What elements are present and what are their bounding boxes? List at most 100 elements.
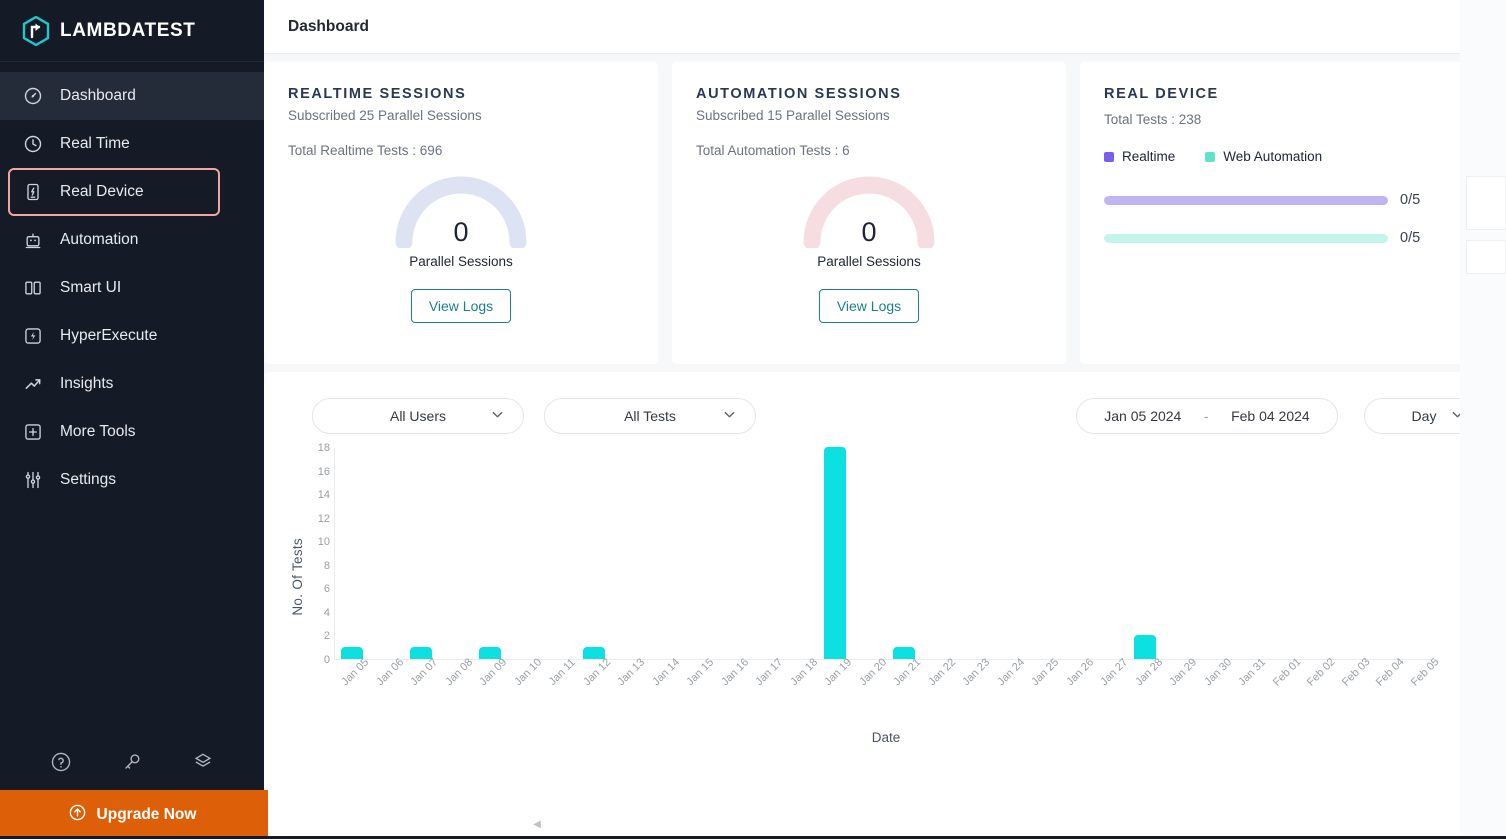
sidebar-item-real-device[interactable]: Real Device xyxy=(8,168,220,216)
chart-y-tick: 2 xyxy=(308,630,330,642)
chart-x-tick: Jan 10 xyxy=(512,656,544,688)
trend-up-icon xyxy=(22,373,44,395)
sidebar-item-dashboard[interactable]: Dashboard xyxy=(0,72,264,120)
chart-x-tick: Jan 16 xyxy=(719,656,751,688)
chart-bar-cell[interactable] xyxy=(852,448,886,659)
chart-y-tick: 10 xyxy=(308,536,330,548)
automation-view-logs-button[interactable]: View Logs xyxy=(819,289,919,323)
chart-bar-cell[interactable] xyxy=(1300,448,1334,659)
chart-bar-cell[interactable] xyxy=(990,448,1024,659)
chart-bar-cell[interactable] xyxy=(1335,448,1369,659)
all-tests-dropdown[interactable]: All Tests xyxy=(544,398,756,434)
chart-bar[interactable] xyxy=(583,647,605,659)
sidebar-item-smart-ui[interactable]: Smart UI xyxy=(0,264,264,312)
chart-bar-cell[interactable] xyxy=(783,448,817,659)
sidebar-collapse-handle[interactable]: ◀ xyxy=(530,815,544,833)
chart-bar-cell[interactable] xyxy=(576,448,610,659)
chart-bar-cell[interactable] xyxy=(1093,448,1127,659)
sidebar-nav: Dashboard Real Time Re xyxy=(0,62,264,504)
sidebar-item-settings[interactable]: Settings xyxy=(0,456,264,504)
granularity-dropdown[interactable]: Day xyxy=(1364,398,1484,434)
automation-gauge-value: 0 xyxy=(800,217,938,248)
sidebar-item-hyperexecute[interactable]: HyperExecute xyxy=(0,312,264,360)
chart-bar-cell[interactable] xyxy=(955,448,989,659)
chart-x-tick-cell: Jan 21 xyxy=(886,662,921,722)
chart-bar-cell[interactable] xyxy=(369,448,403,659)
sidebar-item-label: Insights xyxy=(60,375,113,393)
real-device-card: REAL DEVICE Total Tests : 238 Realtime W… xyxy=(1080,62,1493,364)
chart-bar-cell[interactable] xyxy=(749,448,783,659)
chart-x-tick: Jan 26 xyxy=(1064,656,1096,688)
chart-bar-cell[interactable] xyxy=(1404,448,1438,659)
chart-bar-cell[interactable] xyxy=(1266,448,1300,659)
chart-bar-cell[interactable] xyxy=(1162,448,1196,659)
chart-y-tick: 8 xyxy=(308,560,330,572)
sidebar-item-real-time[interactable]: Real Time xyxy=(0,120,264,168)
chart-x-tick-cell: Jan 26 xyxy=(1059,662,1094,722)
legend-label-realtime: Realtime xyxy=(1122,149,1175,164)
chart-x-tick: Feb 05 xyxy=(1409,656,1442,689)
realtime-card-subtitle: Subscribed 25 Parallel Sessions xyxy=(288,108,634,123)
date-range-picker[interactable]: Jan 05 2024 - Feb 04 2024 xyxy=(1076,398,1338,434)
chart-bar-cell[interactable] xyxy=(887,448,921,659)
sidebar-item-automation[interactable]: Automation xyxy=(0,216,264,264)
chart-x-axis-label: Date xyxy=(334,730,1438,745)
chart-x-tick: Jan 30 xyxy=(1202,656,1234,688)
sidebar-item-insights[interactable]: Insights xyxy=(0,360,264,408)
chart-bar-cell[interactable] xyxy=(473,448,507,659)
chart-bar-cell[interactable] xyxy=(680,448,714,659)
chart-x-tick: Feb 02 xyxy=(1305,656,1338,689)
bolt-icon xyxy=(22,325,44,347)
chart-x-tick-cell: Jan 10 xyxy=(507,662,542,722)
chart-bar-cell[interactable] xyxy=(611,448,645,659)
clock-icon xyxy=(22,133,44,155)
chart-x-tick: Jan 06 xyxy=(374,656,406,688)
chart-x-tick: Jan 21 xyxy=(892,656,924,688)
real-device-web-automation-usage-row: 0/5 xyxy=(1104,230,1469,246)
brand[interactable]: LAMBDATEST xyxy=(0,0,264,62)
sidebar-item-more-tools[interactable]: More Tools xyxy=(0,408,264,456)
legend-item-web-automation: Web Automation xyxy=(1205,149,1322,164)
realtime-view-logs-button[interactable]: View Logs xyxy=(411,289,511,323)
automation-gauge-wrap: 0 Parallel Sessions View Logs xyxy=(696,172,1042,323)
chart-x-tick: Jan 14 xyxy=(650,656,682,688)
brand-label: LAMBDATEST xyxy=(60,20,195,42)
automation-card-subtitle: Subscribed 15 Parallel Sessions xyxy=(696,108,1042,123)
chart-bar-cell[interactable] xyxy=(404,448,438,659)
chart-bar-cell[interactable] xyxy=(1128,448,1162,659)
chart-bar[interactable] xyxy=(893,647,915,659)
chart-x-tick-cell: Jan 22 xyxy=(921,662,956,722)
panels-icon xyxy=(22,277,44,299)
layers-icon[interactable] xyxy=(190,749,216,775)
lambdatest-logo-icon xyxy=(22,16,50,46)
automation-sessions-card: AUTOMATION SESSIONS Subscribed 15 Parall… xyxy=(672,62,1066,364)
chart-bar-cell[interactable] xyxy=(818,448,852,659)
chart-bar-cell[interactable] xyxy=(507,448,541,659)
help-circle-icon[interactable] xyxy=(48,749,74,775)
chart-bar-cell[interactable] xyxy=(1369,448,1403,659)
chart-bar-cell[interactable] xyxy=(921,448,955,659)
chart-x-tick-cell: Feb 03 xyxy=(1335,662,1370,722)
date-range-separator: - xyxy=(1204,408,1209,424)
chart-bar[interactable] xyxy=(824,447,846,659)
chart-bar-cell[interactable] xyxy=(645,448,679,659)
chart-x-tick: Jan 05 xyxy=(340,656,372,688)
all-users-value: All Users xyxy=(390,408,446,424)
upgrade-now-button[interactable]: Upgrade Now xyxy=(0,790,264,839)
all-users-dropdown[interactable]: All Users xyxy=(312,398,524,434)
sidebar-item-label: More Tools xyxy=(60,423,136,441)
chart-bar-cell[interactable] xyxy=(1231,448,1265,659)
speedometer-icon xyxy=(22,85,44,107)
chart-x-tick-cell: Jan 05 xyxy=(334,662,369,722)
chart-y-tick: 4 xyxy=(308,607,330,619)
chart-bar-cell[interactable] xyxy=(438,448,472,659)
chart-bar-cell[interactable] xyxy=(1024,448,1058,659)
chart-bar-cell[interactable] xyxy=(1059,448,1093,659)
chart-bar-cell[interactable] xyxy=(335,448,369,659)
chart-bar-cell[interactable] xyxy=(1197,448,1231,659)
key-icon[interactable] xyxy=(119,749,145,775)
chart-bar[interactable] xyxy=(1134,635,1156,659)
chart-bar-cell[interactable] xyxy=(714,448,748,659)
chart-y-tick: 6 xyxy=(308,583,330,595)
chart-bar-cell[interactable] xyxy=(542,448,576,659)
